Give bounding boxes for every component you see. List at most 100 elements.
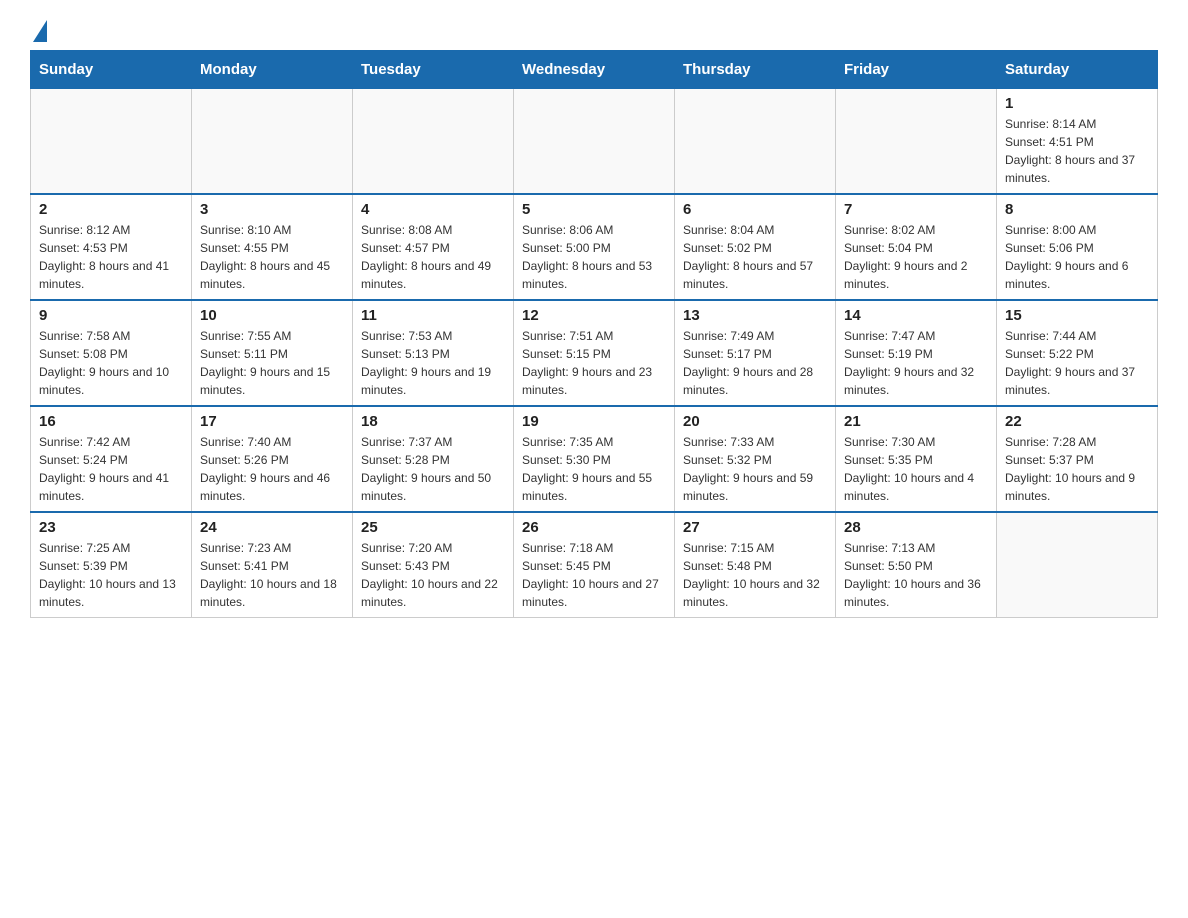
calendar-day-cell [353, 89, 514, 195]
day-info: Sunrise: 7:58 AMSunset: 5:08 PMDaylight:… [39, 327, 183, 399]
day-info: Sunrise: 7:18 AMSunset: 5:45 PMDaylight:… [522, 539, 666, 611]
day-number: 17 [200, 413, 344, 430]
calendar-day-cell: 16 Sunrise: 7:42 AMSunset: 5:24 PMDayligh… [31, 406, 192, 512]
calendar-day-cell: 6Sunrise: 8:04 AMSunset: 5:02 PMDaylight… [675, 194, 836, 300]
day-number: 5 [522, 201, 666, 218]
day-info: Sunrise: 7:51 AMSunset: 5:15 PMDaylight:… [522, 327, 666, 399]
day-number: 8 [1005, 201, 1149, 218]
day-info: Sunrise: 8:02 AMSunset: 5:04 PMDaylight:… [844, 221, 988, 293]
day-info: Sunrise: 7:37 AMSunset: 5:28 PMDaylight:… [361, 433, 505, 505]
calendar-day-cell: 28Sunrise: 7:13 AMSunset: 5:50 PMDayligh… [836, 512, 997, 618]
day-number: 23 [39, 519, 183, 536]
calendar-day-cell: 22 Sunrise: 7:28 AMSunset: 5:37 PMDayligh… [997, 406, 1158, 512]
calendar-day-cell [836, 89, 997, 195]
day-info: Sunrise: 7:47 AMSunset: 5:19 PMDaylight:… [844, 327, 988, 399]
day-number: 9 [39, 307, 183, 324]
day-number: 3 [200, 201, 344, 218]
calendar-day-cell: 17 Sunrise: 7:40 AMSunset: 5:26 PMDayligh… [192, 406, 353, 512]
calendar-week-row: 23 Sunrise: 7:25 AMSunset: 5:39 PMDayligh… [31, 512, 1158, 618]
day-number: 15 [1005, 307, 1149, 324]
calendar-day-cell: 2Sunrise: 8:12 AMSunset: 4:53 PMDaylight… [31, 194, 192, 300]
calendar-week-row: 16 Sunrise: 7:42 AMSunset: 5:24 PMDayligh… [31, 406, 1158, 512]
calendar-day-cell: 14 Sunrise: 7:47 AMSunset: 5:19 PMDayligh… [836, 300, 997, 406]
day-number: 27 [683, 519, 827, 536]
page-header [30, 20, 1158, 40]
day-info: Sunrise: 8:08 AMSunset: 4:57 PMDaylight:… [361, 221, 505, 293]
calendar-day-cell: 10 Sunrise: 7:55 AMSunset: 5:11 PMDayligh… [192, 300, 353, 406]
day-number: 7 [844, 201, 988, 218]
day-info: Sunrise: 7:40 AMSunset: 5:26 PMDaylight:… [200, 433, 344, 505]
day-info: Sunrise: 7:30 AMSunset: 5:35 PMDaylight:… [844, 433, 988, 505]
calendar-day-cell: 11Sunrise: 7:53 AMSunset: 5:13 PMDayligh… [353, 300, 514, 406]
day-number: 12 [522, 307, 666, 324]
calendar-day-cell [675, 89, 836, 195]
logo [30, 20, 47, 40]
day-number: 19 [522, 413, 666, 430]
calendar-day-cell: 19Sunrise: 7:35 AMSunset: 5:30 PMDayligh… [514, 406, 675, 512]
calendar-day-cell: 25Sunrise: 7:20 AMSunset: 5:43 PMDayligh… [353, 512, 514, 618]
calendar-day-cell: 7 Sunrise: 8:02 AMSunset: 5:04 PMDaylight… [836, 194, 997, 300]
day-info: Sunrise: 8:04 AMSunset: 5:02 PMDaylight:… [683, 221, 827, 293]
day-info: Sunrise: 7:42 AMSunset: 5:24 PMDaylight:… [39, 433, 183, 505]
calendar-day-cell: 15 Sunrise: 7:44 AMSunset: 5:22 PMDayligh… [997, 300, 1158, 406]
calendar-day-cell: 21 Sunrise: 7:30 AMSunset: 5:35 PMDayligh… [836, 406, 997, 512]
day-number: 22 [1005, 413, 1149, 430]
calendar-day-cell: 4 Sunrise: 8:08 AMSunset: 4:57 PMDaylight… [353, 194, 514, 300]
day-info: Sunrise: 8:10 AMSunset: 4:55 PMDaylight:… [200, 221, 344, 293]
day-number: 4 [361, 201, 505, 218]
weekday-header: Saturday [997, 51, 1158, 89]
calendar-day-cell: 9 Sunrise: 7:58 AMSunset: 5:08 PMDaylight… [31, 300, 192, 406]
calendar-day-cell [192, 89, 353, 195]
calendar-day-cell [514, 89, 675, 195]
calendar-week-row: 9 Sunrise: 7:58 AMSunset: 5:08 PMDaylight… [31, 300, 1158, 406]
calendar-table: SundayMondayTuesdayWednesdayThursdayFrid… [30, 50, 1158, 618]
day-number: 20 [683, 413, 827, 430]
day-info: Sunrise: 7:44 AMSunset: 5:22 PMDaylight:… [1005, 327, 1149, 399]
day-info: Sunrise: 7:25 AMSunset: 5:39 PMDaylight:… [39, 539, 183, 611]
day-number: 21 [844, 413, 988, 430]
calendar-day-cell: 3 Sunrise: 8:10 AMSunset: 4:55 PMDaylight… [192, 194, 353, 300]
day-info: Sunrise: 7:23 AMSunset: 5:41 PMDaylight:… [200, 539, 344, 611]
day-number: 10 [200, 307, 344, 324]
calendar-day-cell: 18 Sunrise: 7:37 AMSunset: 5:28 PMDayligh… [353, 406, 514, 512]
weekday-header: Friday [836, 51, 997, 89]
weekday-header: Tuesday [353, 51, 514, 89]
weekday-header: Wednesday [514, 51, 675, 89]
day-number: 18 [361, 413, 505, 430]
calendar-header-row: SundayMondayTuesdayWednesdayThursdayFrid… [31, 51, 1158, 89]
calendar-day-cell [997, 512, 1158, 618]
calendar-week-row: 2Sunrise: 8:12 AMSunset: 4:53 PMDaylight… [31, 194, 1158, 300]
day-info: Sunrise: 7:55 AMSunset: 5:11 PMDaylight:… [200, 327, 344, 399]
day-info: Sunrise: 8:14 AMSunset: 4:51 PMDaylight:… [1005, 115, 1149, 187]
weekday-header: Monday [192, 51, 353, 89]
calendar-day-cell: 5 Sunrise: 8:06 AMSunset: 5:00 PMDaylight… [514, 194, 675, 300]
calendar-day-cell: 26 Sunrise: 7:18 AMSunset: 5:45 PMDayligh… [514, 512, 675, 618]
weekday-header: Thursday [675, 51, 836, 89]
calendar-day-cell: 20Sunrise: 7:33 AMSunset: 5:32 PMDayligh… [675, 406, 836, 512]
day-number: 26 [522, 519, 666, 536]
calendar-day-cell [31, 89, 192, 195]
day-number: 25 [361, 519, 505, 536]
calendar-week-row: 1 Sunrise: 8:14 AMSunset: 4:51 PMDaylight… [31, 89, 1158, 195]
day-number: 13 [683, 307, 827, 324]
weekday-header: Sunday [31, 51, 192, 89]
day-info: Sunrise: 7:15 AMSunset: 5:48 PMDaylight:… [683, 539, 827, 611]
day-number: 24 [200, 519, 344, 536]
calendar-day-cell: 27 Sunrise: 7:15 AMSunset: 5:48 PMDayligh… [675, 512, 836, 618]
day-info: Sunrise: 7:28 AMSunset: 5:37 PMDaylight:… [1005, 433, 1149, 505]
day-number: 16 [39, 413, 183, 430]
day-number: 2 [39, 201, 183, 218]
day-number: 14 [844, 307, 988, 324]
day-info: Sunrise: 8:06 AMSunset: 5:00 PMDaylight:… [522, 221, 666, 293]
day-info: Sunrise: 8:00 AMSunset: 5:06 PMDaylight:… [1005, 221, 1149, 293]
day-info: Sunrise: 7:49 AMSunset: 5:17 PMDaylight:… [683, 327, 827, 399]
calendar-day-cell: 13 Sunrise: 7:49 AMSunset: 5:17 PMDayligh… [675, 300, 836, 406]
calendar-day-cell: 24 Sunrise: 7:23 AMSunset: 5:41 PMDayligh… [192, 512, 353, 618]
day-number: 1 [1005, 95, 1149, 112]
day-number: 28 [844, 519, 988, 536]
calendar-day-cell: 8 Sunrise: 8:00 AMSunset: 5:06 PMDaylight… [997, 194, 1158, 300]
logo-triangle-icon [33, 20, 47, 42]
calendar-day-cell: 12 Sunrise: 7:51 AMSunset: 5:15 PMDayligh… [514, 300, 675, 406]
calendar-day-cell: 23 Sunrise: 7:25 AMSunset: 5:39 PMDayligh… [31, 512, 192, 618]
day-info: Sunrise: 7:53 AMSunset: 5:13 PMDaylight:… [361, 327, 505, 399]
